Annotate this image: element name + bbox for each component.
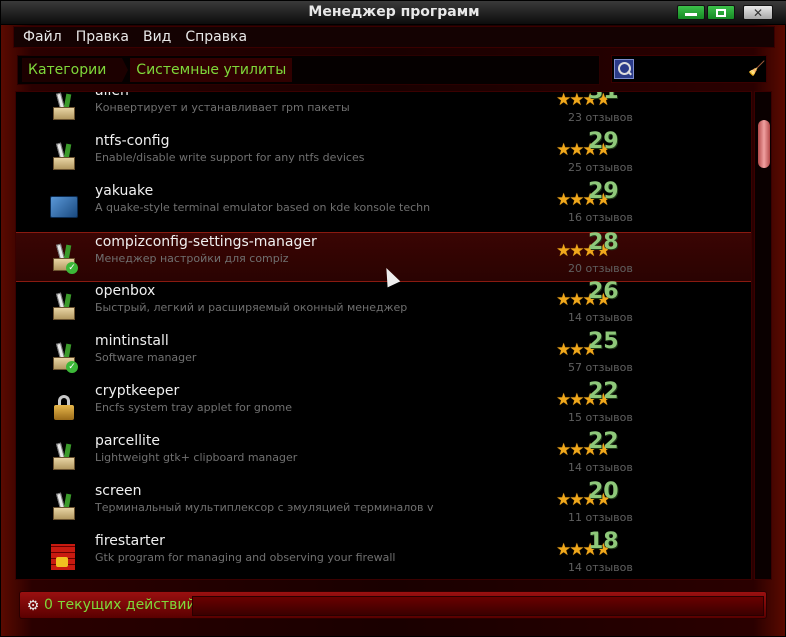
- package-row[interactable]: ✓ mintinstall Software manager ★★★ 25 57 отзы…: [16, 329, 751, 382]
- package-icon: [50, 142, 78, 171]
- package-name: compizconfig-settings-manager: [95, 234, 317, 250]
- clear-search-icon[interactable]: 🧹: [748, 58, 766, 80]
- package-description: Быстрый, легкий и расширяемый оконный ме…: [95, 301, 408, 314]
- menu-view[interactable]: Вид: [138, 29, 176, 45]
- package-row[interactable]: ntfs-config Enable/disable write support …: [16, 129, 751, 182]
- menu-help[interactable]: Справка: [180, 29, 252, 45]
- review-count: 57 отзывов: [568, 361, 633, 374]
- review-count: 11 отзывов: [568, 511, 633, 524]
- minimize-button[interactable]: [677, 5, 705, 20]
- search-box: 🧹: [611, 55, 767, 83]
- package-rating: ★★★★ 31 23 отзывов: [556, 91, 646, 130]
- package-rating: ★★★★ 28 20 отзывов: [556, 230, 646, 281]
- package-rating: ★★★★ 18 14 отзывов: [556, 529, 646, 579]
- installed-check-icon: ✓: [66, 262, 78, 274]
- search-input[interactable]: [636, 58, 746, 80]
- package-row[interactable]: cryptkeeper Encfs system tray applet for …: [16, 379, 751, 432]
- maximize-icon: [716, 8, 726, 17]
- package-score: 28: [588, 230, 619, 255]
- package-name: alien: [95, 91, 129, 99]
- package-name: ntfs-config: [95, 133, 170, 149]
- terminal-icon: [50, 193, 78, 221]
- package-row[interactable]: firestarter Gtk program for managing and …: [16, 529, 751, 579]
- package-rating: ★★★★ 22 14 отзывов: [556, 429, 646, 480]
- package-icon: ✓: [50, 243, 78, 274]
- review-count: 14 отзывов: [568, 311, 633, 324]
- package-name: mintinstall: [95, 333, 169, 349]
- package-row[interactable]: openbox Быстрый, легкий и расширяемый око…: [16, 279, 751, 332]
- package-rating: ★★★★ 29 16 отзывов: [556, 179, 646, 230]
- package-score: 26: [588, 279, 619, 304]
- installed-check-icon: ✓: [66, 361, 78, 373]
- menu-bar: Файл Правка Вид Справка: [13, 26, 775, 48]
- package-score: 31: [588, 91, 619, 104]
- search-icon[interactable]: [614, 59, 634, 79]
- package-rating: ★★★★ 29 25 отзывов: [556, 129, 646, 180]
- package-description: Enable/disable write support for any ntf…: [95, 151, 365, 164]
- scrollbar[interactable]: [754, 91, 772, 580]
- review-count: 16 отзывов: [568, 211, 633, 224]
- close-button[interactable]: ✕: [743, 5, 773, 20]
- package-icon: [50, 92, 78, 121]
- package-score: 29: [588, 129, 619, 154]
- review-count: 15 отзывов: [568, 411, 633, 424]
- package-score: 29: [588, 179, 619, 204]
- review-count: 23 отзывов: [568, 111, 633, 124]
- lock-icon: [50, 393, 78, 421]
- review-count: 20 отзывов: [568, 262, 633, 275]
- package-rating: ★★★★ 26 14 отзывов: [556, 279, 646, 330]
- firewall-icon: [50, 543, 78, 571]
- package-name: firestarter: [95, 533, 165, 549]
- package-description: Менеджер настройки для compiz: [95, 252, 289, 265]
- status-bar: ⚙ 0 текущих действий: [19, 591, 767, 619]
- package-description: Терминальный мультиплексор с эмуляцией т…: [95, 501, 434, 514]
- breadcrumb-categories[interactable]: Категории: [22, 58, 129, 82]
- package-description: Gtk program for managing and observing y…: [95, 551, 396, 564]
- progress-bar: [192, 596, 764, 616]
- review-count: 14 отзывов: [568, 561, 633, 574]
- package-row[interactable]: alien Конвертирует и устанавливает rpm па…: [16, 91, 751, 132]
- package-icon: [50, 492, 78, 521]
- breadcrumb-system-tools[interactable]: Системные утилиты: [130, 58, 293, 82]
- menu-edit[interactable]: Правка: [71, 29, 134, 45]
- package-row[interactable]: yakuake A quake-style terminal emulator b…: [16, 179, 751, 232]
- package-name: yakuake: [95, 183, 154, 199]
- package-score: 18: [588, 529, 619, 554]
- package-rating: ★★★★ 22 15 отзывов: [556, 379, 646, 430]
- package-score: 25: [588, 329, 619, 354]
- package-name: cryptkeeper: [95, 383, 180, 399]
- close-icon: ✕: [752, 5, 764, 20]
- package-description: Encfs system tray applet for gnome: [95, 401, 293, 414]
- package-score: 20: [588, 479, 619, 504]
- package-icon: [50, 442, 78, 471]
- breadcrumb: Категории Системные утилиты: [17, 55, 600, 85]
- package-description: Конвертирует и устанавливает rpm пакеты: [95, 101, 350, 114]
- transactions-icon: ⚙: [26, 598, 40, 614]
- package-row[interactable]: screen Терминальный мультиплексор с эмуля…: [16, 479, 751, 532]
- menu-file[interactable]: Файл: [18, 29, 67, 45]
- package-description: A quake-style terminal emulator based on…: [95, 201, 431, 214]
- app-window: Менеджер программ ✕ Файл Правка Вид Спра…: [0, 0, 786, 637]
- package-list: alien Конвертирует и устанавливает rpm па…: [15, 91, 752, 580]
- maximize-button[interactable]: [707, 5, 735, 20]
- package-description: Software manager: [95, 351, 197, 364]
- package-rating: ★★★ 25 57 отзывов: [556, 329, 646, 380]
- review-count: 25 отзывов: [568, 161, 633, 174]
- package-name: screen: [95, 483, 142, 499]
- package-name: openbox: [95, 283, 156, 299]
- package-rating: ★★★★ 20 11 отзывов: [556, 479, 646, 530]
- package-icon: [50, 292, 78, 321]
- status-text: 0 текущих действий: [44, 597, 196, 613]
- scrollbar-thumb[interactable]: [758, 120, 770, 168]
- package-name: parcellite: [95, 433, 160, 449]
- review-count: 14 отзывов: [568, 461, 633, 474]
- package-icon: ✓: [50, 342, 78, 373]
- package-row[interactable]: parcellite Lightweight gtk+ clipboard man…: [16, 429, 751, 482]
- window-title: Менеджер программ: [308, 4, 480, 20]
- minimize-icon: [685, 13, 697, 16]
- package-score: 22: [588, 379, 619, 404]
- package-score: 22: [588, 429, 619, 454]
- title-bar[interactable]: Менеджер программ ✕: [1, 1, 786, 25]
- package-description: Lightweight gtk+ clipboard manager: [95, 451, 298, 464]
